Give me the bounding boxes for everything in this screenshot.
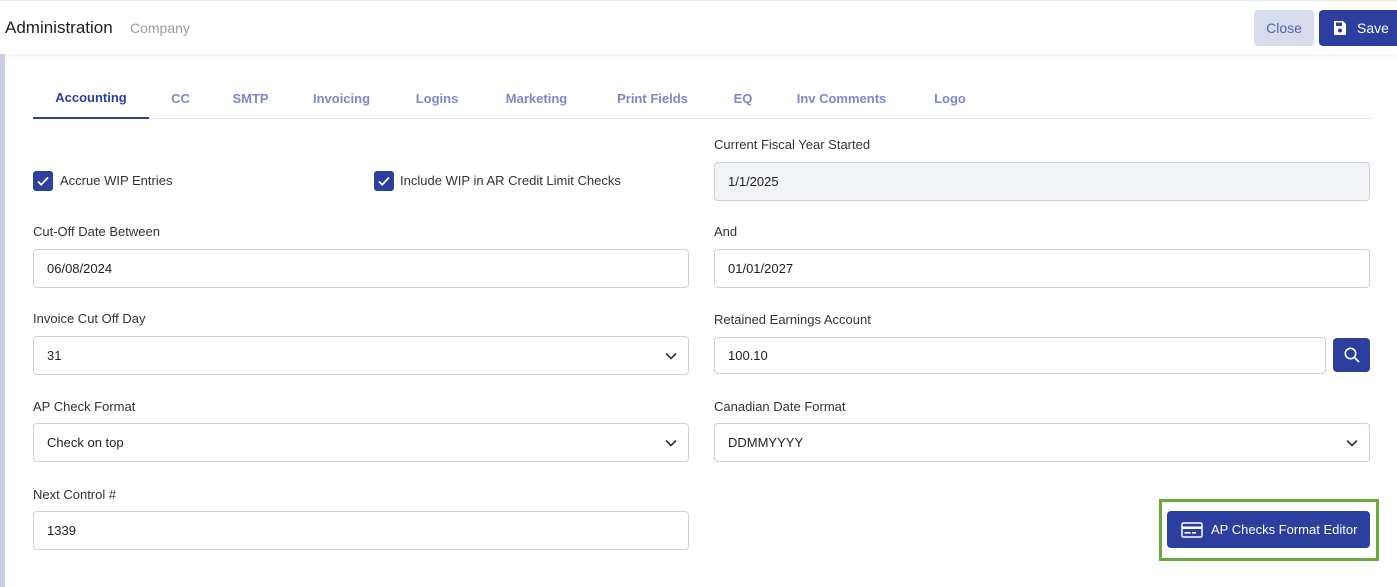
account-search-button[interactable] — [1333, 338, 1370, 372]
cutoff-from-value: 06/08/2024 — [47, 261, 113, 276]
save-icon — [1334, 21, 1346, 35]
canadian-date-select[interactable]: DDMMYYYY — [714, 423, 1370, 462]
ap-check-format-value: Check on top — [47, 435, 124, 450]
page-title: Administration — [5, 18, 113, 37]
chevron-down-icon — [665, 352, 677, 360]
next-control-value: 1339 — [47, 523, 76, 538]
close-button[interactable]: Close — [1254, 10, 1314, 46]
cutoff-to-value: 01/01/2027 — [728, 261, 794, 276]
ap-checks-format-editor-label: AP Checks Format Editor — [1211, 522, 1358, 537]
chevron-down-icon — [665, 439, 677, 447]
cutoff-to-label: And — [714, 224, 738, 239]
tab-inv-comments[interactable]: Inv Comments — [789, 78, 894, 119]
ap-checks-format-editor-button[interactable]: AP Checks Format Editor — [1167, 511, 1370, 548]
invoice-cutoff-value: 31 — [47, 348, 62, 363]
tab-print-fields[interactable]: Print Fields — [606, 78, 699, 119]
canadian-date-label: Canadian Date Format — [714, 399, 846, 414]
retained-earnings-label: Retained Earnings Account — [714, 312, 871, 327]
tab-invoicing[interactable]: Invoicing — [305, 78, 378, 119]
fiscal-year-field: 1/1/2025 — [714, 162, 1370, 201]
left-rail — [0, 54, 5, 587]
cutoff-from-label: Cut-Off Date Between — [33, 224, 160, 239]
cutoff-from-input[interactable]: 06/08/2024 — [33, 249, 689, 288]
ap-check-format-select[interactable]: Check on top — [33, 423, 689, 462]
ap-check-format-label: AP Check Format — [33, 399, 136, 414]
canadian-date-value: DDMMYYYY — [728, 435, 804, 450]
next-control-input[interactable]: 1339 — [33, 511, 689, 550]
top-bar: Administration Company Close Save — [0, 0, 1397, 54]
retained-earnings-input[interactable]: 100.10 — [714, 337, 1326, 374]
invoice-cutoff-select[interactable]: 31 — [33, 336, 689, 375]
tab-eq[interactable]: EQ — [728, 78, 758, 119]
search-icon — [1344, 347, 1360, 363]
include-wip-checkbox[interactable] — [374, 171, 394, 191]
fiscal-year-value: 1/1/2025 — [728, 174, 779, 189]
tab-marketing[interactable]: Marketing — [495, 78, 578, 119]
chevron-down-icon — [1346, 439, 1358, 447]
tab-smtp[interactable]: SMTP — [223, 78, 278, 119]
cutoff-to-input[interactable]: 01/01/2027 — [714, 249, 1370, 288]
check-icon — [37, 176, 49, 186]
check-icon — [378, 176, 390, 186]
next-control-label: Next Control # — [33, 487, 117, 502]
tab-logins[interactable]: Logins — [409, 78, 465, 119]
tab-logo[interactable]: Logo — [926, 78, 974, 119]
accrue-wip-label: Accrue WIP Entries — [60, 173, 173, 188]
save-button[interactable]: Save — [1319, 10, 1397, 46]
include-wip-label: Include WIP in AR Credit Limit Checks — [400, 173, 621, 188]
page-subtitle: Company — [130, 20, 190, 36]
tab-accounting[interactable]: Accounting — [33, 78, 149, 119]
tab-bar: Accounting CC SMTP Invoicing Logins Mark… — [33, 78, 1372, 119]
accrue-wip-checkbox[interactable] — [33, 171, 53, 191]
retained-earnings-value: 100.10 — [728, 348, 768, 363]
save-label: Save — [1357, 20, 1389, 36]
invoice-cutoff-label: Invoice Cut Off Day — [33, 311, 146, 326]
fiscal-year-label: Current Fiscal Year Started — [714, 137, 871, 152]
credit-card-icon — [1181, 521, 1203, 538]
tab-cc[interactable]: CC — [158, 78, 203, 119]
